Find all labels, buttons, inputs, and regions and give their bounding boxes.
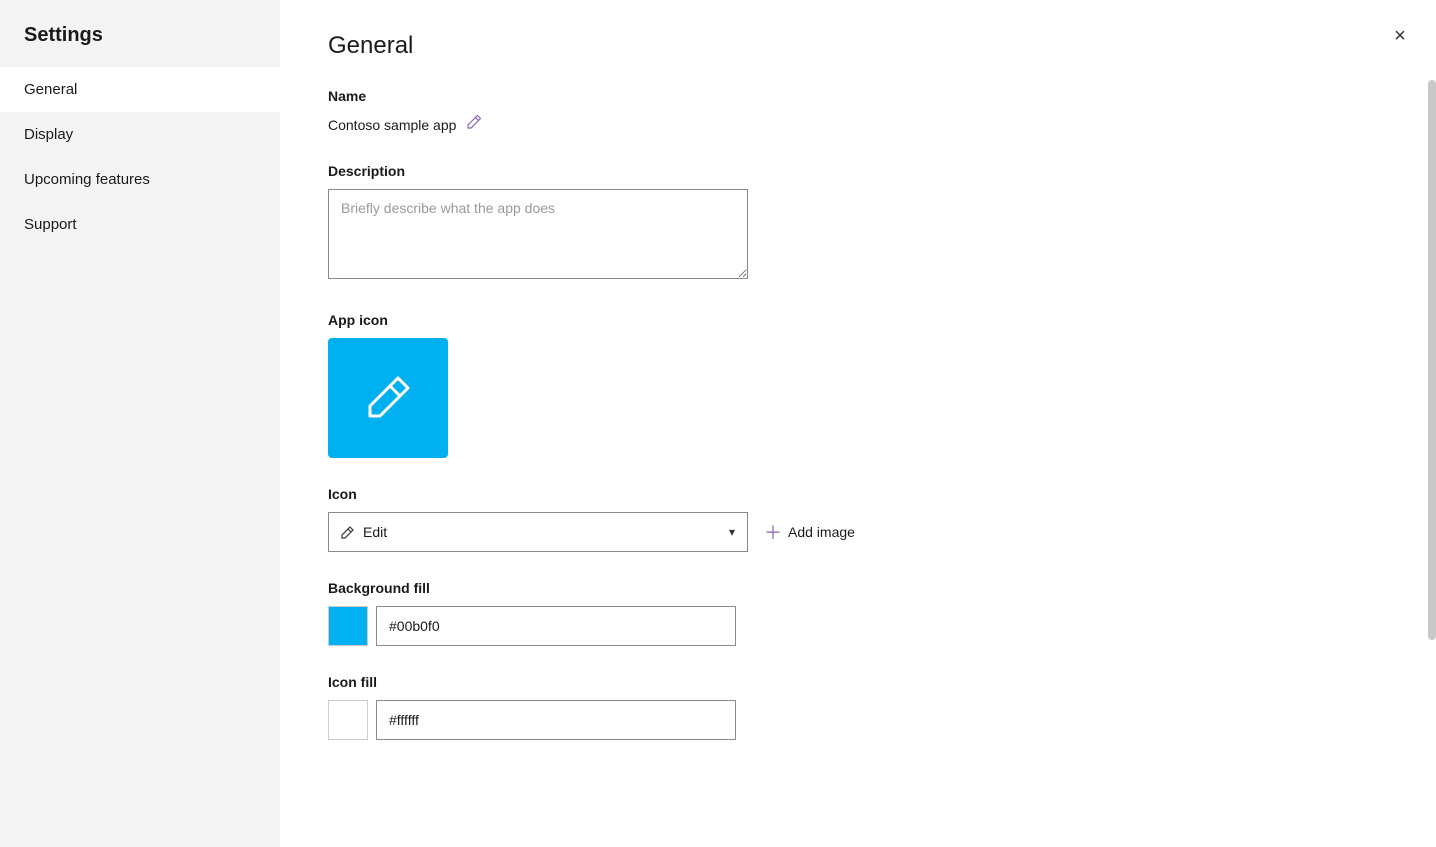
scrollbar-thumb[interactable]: [1428, 80, 1436, 640]
pencil-icon: [360, 370, 416, 426]
sidebar: Settings General Display Upcoming featur…: [0, 0, 280, 847]
background-fill-section: Background fill: [328, 580, 1388, 646]
name-section: Name Contoso sample app: [328, 88, 1388, 135]
description-textarea[interactable]: [328, 189, 748, 279]
app-name-value: Contoso sample app: [328, 117, 456, 133]
sidebar-item-display[interactable]: Display: [0, 112, 280, 157]
sidebar-nav: General Display Upcoming features Suppor…: [0, 67, 280, 247]
description-label: Description: [328, 163, 1388, 179]
edit-icon-small: [341, 525, 355, 539]
sidebar-item-support[interactable]: Support: [0, 202, 280, 247]
name-row: Contoso sample app: [328, 114, 1388, 135]
close-button[interactable]: ×: [1384, 20, 1416, 52]
main-content: × General Name Contoso sample app Descri…: [280, 0, 1436, 847]
name-label: Name: [328, 88, 1388, 104]
icon-fill-row: [328, 700, 1388, 740]
sidebar-item-general[interactable]: General: [0, 67, 280, 112]
icon-selected-label: Edit: [363, 524, 387, 540]
background-color-input[interactable]: [376, 606, 736, 646]
background-fill-row: [328, 606, 1388, 646]
icon-color-swatch[interactable]: [328, 700, 368, 740]
settings-title: Settings: [0, 0, 280, 67]
app-icon-label: App icon: [328, 312, 1388, 328]
background-color-swatch[interactable]: [328, 606, 368, 646]
icon-dropdown[interactable]: Edit ▾: [328, 512, 748, 552]
app-icon-section: App icon: [328, 312, 1388, 458]
icon-fill-section: Icon fill: [328, 674, 1388, 740]
background-fill-label: Background fill: [328, 580, 1388, 596]
plus-icon: ＋: [764, 519, 782, 545]
name-edit-icon[interactable]: [466, 114, 482, 135]
add-image-label: Add image: [788, 524, 855, 540]
icon-fill-label: Icon fill: [328, 674, 1388, 690]
page-title: General: [328, 32, 1388, 60]
add-image-button[interactable]: ＋ Add image: [764, 519, 855, 545]
icon-label: Icon: [328, 486, 1388, 502]
app-icon-preview[interactable]: [328, 338, 448, 458]
description-section: Description: [328, 163, 1388, 284]
sidebar-item-upcoming[interactable]: Upcoming features: [0, 157, 280, 202]
chevron-down-icon: ▾: [729, 525, 735, 539]
icon-row: Edit ▾ ＋ Add image: [328, 512, 1388, 552]
icon-color-input[interactable]: [376, 700, 736, 740]
scrollbar-track: [1428, 0, 1436, 847]
icon-section: Icon Edit ▾ ＋ Add image: [328, 486, 1388, 552]
icon-select-content: Edit: [341, 524, 387, 540]
